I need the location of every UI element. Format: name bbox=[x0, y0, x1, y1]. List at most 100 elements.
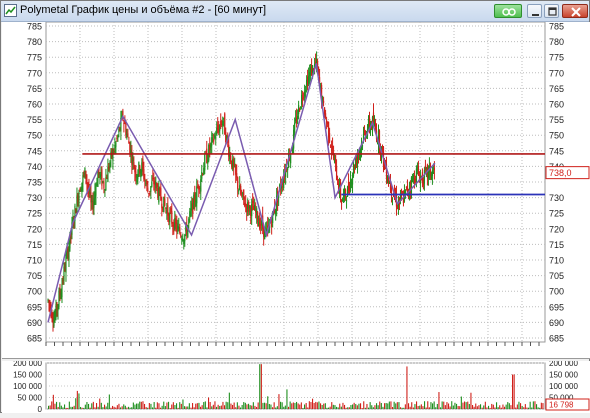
volume-bar bbox=[412, 407, 414, 409]
candle-body bbox=[53, 319, 55, 327]
candle-body bbox=[238, 190, 240, 192]
candle-body bbox=[169, 212, 171, 223]
volume-bar bbox=[137, 403, 139, 409]
volume-bar bbox=[488, 405, 490, 409]
volume-bar bbox=[278, 394, 280, 409]
volume-bar bbox=[91, 403, 93, 409]
volume-bar bbox=[254, 405, 256, 409]
candle-body bbox=[61, 284, 63, 297]
price-chart-panel[interactable]: 785 785 780 780 775 775 770 770 765 765 760 760 755 7… bbox=[2, 21, 590, 359]
volume-bar bbox=[393, 401, 395, 409]
price-tick-label-right: 765 bbox=[549, 84, 564, 94]
volume-bar bbox=[132, 402, 134, 409]
volume-bar bbox=[364, 407, 366, 409]
volume-bar bbox=[161, 405, 163, 409]
volume-bar bbox=[414, 404, 416, 409]
volume-bar bbox=[120, 407, 122, 409]
volume-bar bbox=[510, 405, 512, 409]
volume-bar bbox=[315, 401, 317, 409]
volume-bar bbox=[379, 401, 381, 409]
volume-bar bbox=[142, 401, 144, 409]
volume-bar bbox=[208, 397, 210, 409]
candle-body bbox=[330, 149, 333, 151]
volume-bar bbox=[531, 407, 533, 409]
maximize-button[interactable] bbox=[544, 4, 559, 18]
candle-body bbox=[373, 123, 376, 125]
volume-chart[interactable]: 200 000 200 000 150 000 150 000 100 000 100 0… bbox=[2, 359, 590, 414]
close-button[interactable] bbox=[562, 4, 588, 18]
volume-bar bbox=[270, 404, 272, 409]
volume-bar bbox=[75, 398, 77, 409]
volume-bar bbox=[136, 403, 138, 409]
volume-bar bbox=[294, 402, 296, 409]
volume-bar bbox=[334, 405, 336, 409]
price-tick-label-left: 770 bbox=[27, 68, 42, 78]
candle-body bbox=[184, 234, 186, 242]
price-chart[interactable]: 785 785 780 780 775 775 770 770 765 765 760 760 755 7… bbox=[2, 21, 590, 358]
candle-body bbox=[112, 149, 114, 161]
volume-bar bbox=[336, 406, 338, 409]
price-tick-label-left: 740 bbox=[27, 162, 42, 172]
volume-bar bbox=[59, 402, 61, 409]
volume-bar bbox=[460, 396, 462, 409]
volume-bar bbox=[222, 401, 224, 409]
volume-bar bbox=[526, 407, 528, 409]
volume-bar bbox=[502, 404, 504, 409]
volume-bar bbox=[60, 405, 62, 409]
volume-bar bbox=[542, 403, 544, 409]
volume-bar bbox=[260, 364, 262, 409]
volume-bar bbox=[233, 402, 235, 409]
candle-body bbox=[113, 151, 115, 153]
price-tick-label-right: 710 bbox=[549, 256, 564, 266]
volume-bar bbox=[388, 401, 390, 409]
price-tick-label-right: 780 bbox=[549, 37, 564, 47]
volume-bar bbox=[100, 402, 102, 409]
candle-body bbox=[63, 266, 65, 281]
volume-bar bbox=[224, 405, 226, 409]
volume-bar bbox=[520, 403, 522, 409]
candle-body bbox=[117, 135, 119, 139]
volume-bar bbox=[371, 405, 373, 409]
candle-body bbox=[226, 135, 228, 138]
volume-bar bbox=[302, 407, 304, 409]
price-tick-label-right: 685 bbox=[549, 334, 564, 344]
volume-bar bbox=[267, 396, 269, 409]
link-button[interactable] bbox=[494, 4, 522, 18]
volume-bar bbox=[491, 403, 493, 409]
volume-bar bbox=[184, 406, 186, 409]
volume-bar bbox=[416, 401, 418, 409]
candle-body bbox=[308, 75, 310, 84]
volume-bar bbox=[425, 407, 427, 409]
volume-bar bbox=[454, 402, 456, 409]
volume-bar bbox=[417, 406, 419, 409]
volume-chart-panel[interactable]: 200 000 200 000 150 000 150 000 100 000 100 0… bbox=[2, 359, 590, 414]
volume-bar bbox=[52, 394, 54, 409]
candle-body bbox=[181, 238, 183, 240]
volume-bar bbox=[73, 405, 75, 409]
title-bar[interactable]: Polymetal График цены и объёма #2 - [60 … bbox=[1, 1, 589, 22]
candle-body bbox=[301, 94, 303, 105]
volume-bar bbox=[54, 403, 56, 409]
candle-body bbox=[142, 158, 144, 169]
volume-bar bbox=[496, 402, 498, 409]
volume-bar bbox=[81, 407, 83, 409]
volume-bar bbox=[318, 401, 320, 409]
volume-bar bbox=[326, 407, 328, 409]
volume-bar bbox=[387, 403, 389, 409]
candle-body bbox=[304, 91, 306, 97]
candle-body bbox=[147, 188, 149, 193]
volume-bar bbox=[376, 403, 378, 409]
volume-bar bbox=[225, 401, 227, 409]
volume-bar bbox=[308, 401, 310, 409]
volume-bar bbox=[435, 407, 437, 409]
window-title: Polymetal График цены и объёма #2 - [60 … bbox=[20, 4, 267, 16]
candle-body bbox=[423, 169, 426, 184]
volume-bar bbox=[140, 401, 142, 409]
volume-bar bbox=[203, 402, 205, 409]
candle-body bbox=[433, 168, 436, 171]
minimize-button[interactable] bbox=[527, 4, 542, 18]
price-tick-label-right: 745 bbox=[549, 146, 564, 156]
price-tick-label-left: 690 bbox=[27, 318, 42, 328]
price-tick-label-left: 710 bbox=[27, 256, 42, 266]
volume-bar bbox=[430, 402, 432, 409]
